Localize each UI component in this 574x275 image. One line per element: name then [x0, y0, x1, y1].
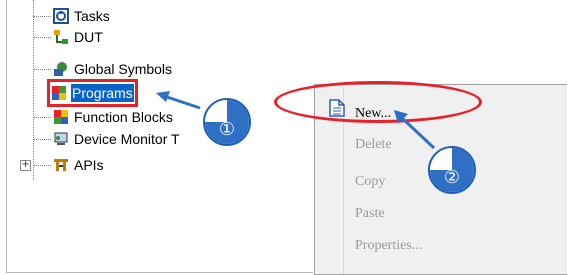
- tree-item-label: Tasks: [74, 8, 110, 24]
- menu-item-copy[interactable]: Copy: [355, 174, 385, 190]
- programs-icon: [52, 86, 66, 100]
- step-1-number: ①: [218, 119, 236, 140]
- tree-item-programs[interactable]: Programs: [47, 79, 138, 107]
- step-2-callout: ②: [428, 146, 476, 194]
- tree-item-device-monitor[interactable]: Device Monitor T: [33, 129, 181, 149]
- tree-item-dut[interactable]: DUT: [33, 27, 104, 47]
- step-1-callout: ①: [203, 98, 251, 146]
- tree-item-label: APIs: [74, 157, 104, 173]
- device-monitor-icon: [54, 132, 68, 145]
- dut-icon: [54, 30, 68, 44]
- tree-item-tasks[interactable]: Tasks: [33, 6, 111, 26]
- step-2-number: ②: [443, 167, 461, 188]
- tree-item-label: Global Symbols: [74, 61, 173, 77]
- tree-item-apis[interactable]: APIs: [33, 155, 105, 175]
- expand-apis-icon[interactable]: +: [20, 160, 31, 171]
- menu-item-paste[interactable]: Paste: [355, 206, 385, 222]
- new-item-highlight-ring: [274, 81, 482, 123]
- menu-item-delete[interactable]: Delete: [355, 137, 392, 153]
- tree-item-label: DUT: [74, 29, 103, 45]
- tree-item-global-symbols[interactable]: Global Symbols: [33, 59, 173, 79]
- tree-item-label: Device Monitor T: [74, 131, 180, 147]
- tree-item-label: Programs: [71, 84, 134, 102]
- tasks-icon: [53, 8, 69, 24]
- project-tree: Tasks DUT Global Symbols Programs Functi…: [6, 0, 313, 273]
- callout-1-arrow: [156, 91, 201, 110]
- function-blocks-icon: [54, 110, 68, 124]
- menu-item-properties[interactable]: Properties...: [355, 238, 422, 254]
- apis-icon: [54, 159, 68, 171]
- global-symbols-icon: [54, 62, 67, 76]
